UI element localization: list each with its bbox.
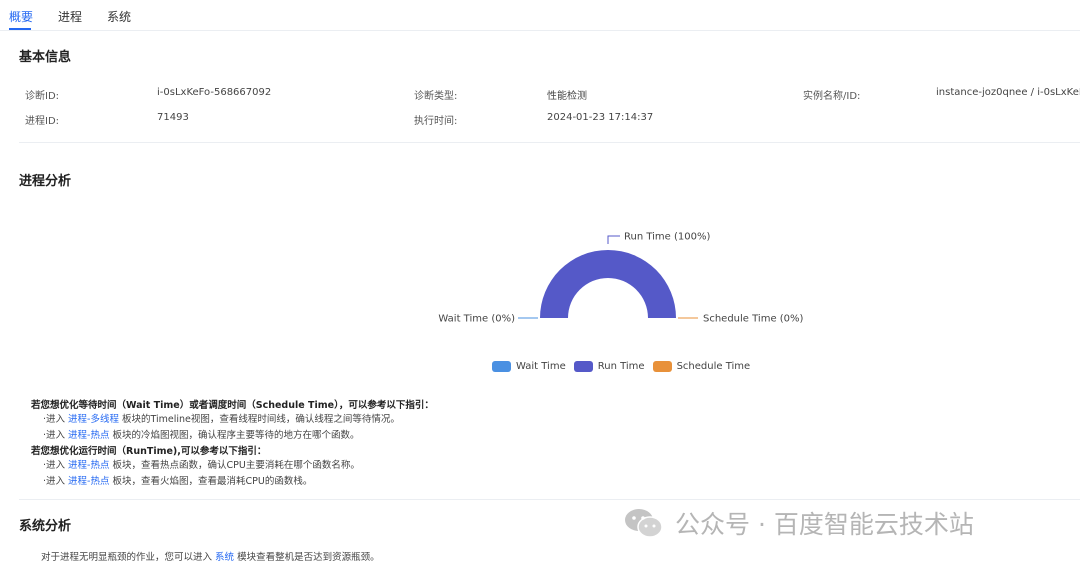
- process-id-value: 71493: [157, 112, 189, 123]
- active-tab-indicator: [9, 28, 31, 30]
- link-system[interactable]: 系统: [215, 552, 234, 563]
- system-analysis-text: 对于进程无明显瓶颈的作业，您可以进入 系统 模块查看整机是否达到资源瓶颈。: [41, 549, 380, 563]
- system-analysis-title: 系统分析: [19, 519, 72, 534]
- legend-item-wait-time[interactable]: Wait Time: [492, 361, 566, 372]
- sys-text-suffix: 模块查看整机是否达到资源瓶颈。: [234, 552, 380, 563]
- tab-system[interactable]: 系统: [107, 8, 131, 25]
- wechat-icon: [625, 509, 663, 538]
- slice-label: Schedule Time (0%): [703, 314, 804, 325]
- diagnosis-id-value: i-0sLxKeFo-568667092: [157, 87, 272, 98]
- tab-process[interactable]: 进程: [58, 8, 82, 25]
- diagnosis-type-value: 性能检测: [547, 91, 587, 102]
- exec-time-value: 2024-01-23 17:14:37: [547, 112, 654, 123]
- run-guide-line-1: ·进入 进程-热点 板块，查看热点函数，确认CPU主要消耗在哪个函数名称。: [43, 457, 360, 471]
- legend-swatch-run: [573, 361, 593, 372]
- process-analysis-title: 进程分析: [19, 174, 72, 189]
- run-guide-heading: 若您想优化运行时间（RunTime),可以参考以下指引：: [31, 446, 267, 457]
- slice-label: Run Time (100%): [624, 232, 710, 243]
- guide-prefix: ·进入: [43, 414, 69, 425]
- run-guide-line-2: ·进入 进程-热点 板块，查看火焰图，查看最消耗CPU的函数栈。: [43, 473, 312, 487]
- instance-name-value: instance-joz0qnee / i-0sLxKeFo: [936, 87, 1080, 98]
- exec-time-label: 执行时间:: [414, 116, 458, 127]
- watermark-text: 公众号 · 百度智能云技术站: [675, 510, 974, 539]
- guide-suffix: 板块，查看火焰图，查看最消耗CPU的函数栈。: [109, 476, 313, 487]
- process-id-label: 进程ID:: [25, 116, 60, 127]
- process-time-donut-chart: Wait Time (0%) Run Time (100%) Schedule Ti…: [438, 232, 804, 325]
- divider: [19, 499, 1080, 500]
- top-tab-bar: 概要 进程 系统: [0, 0, 1080, 31]
- basic-info-title: 基本信息: [19, 50, 72, 65]
- link-process-hotspot[interactable]: 进程-热点: [68, 476, 109, 487]
- legend-label-run: Run Time: [597, 361, 645, 372]
- divider: [19, 142, 1080, 143]
- sys-text-prefix: 对于进程无明显瓶颈的作业，您可以进入: [41, 552, 216, 563]
- wait-guide-heading: 若您想优化等待时间（Wait Time）或者调度时间（Schedule Time…: [31, 400, 434, 411]
- instance-name-label: 实例名称/ID:: [803, 91, 861, 102]
- guide-suffix: 板块的Timeline视图，查看线程时间线，确认线程之间等待情况。: [118, 414, 400, 425]
- legend-label-wait: Wait Time: [516, 361, 566, 372]
- chart-legend: Wait Time Run Time Schedule Time: [492, 361, 758, 372]
- slice-label: Wait Time (0%): [438, 314, 515, 325]
- guide-prefix: ·进入: [43, 476, 69, 487]
- link-process-hotspot[interactable]: 进程-热点: [68, 460, 109, 471]
- legend-swatch-wait: [492, 361, 511, 372]
- guide-prefix: ·进入: [43, 460, 69, 471]
- guide-suffix: 板块，查看热点函数，确认CPU主要消耗在哪个函数名称。: [109, 460, 360, 471]
- guide-prefix: ·进入: [43, 430, 69, 441]
- watermark: 公众号 · 百度智能云技术站: [623, 505, 974, 541]
- label-leader-line: [607, 235, 620, 244]
- legend-item-schedule-time[interactable]: Schedule Time: [652, 361, 751, 372]
- tab-overview[interactable]: 概要: [9, 8, 33, 25]
- legend-swatch-schedule: [652, 361, 672, 372]
- legend-label-schedule: Schedule Time: [676, 361, 751, 372]
- diagnosis-type-label: 诊断类型:: [414, 91, 458, 102]
- guide-suffix: 板块的冷焰图视图，确认程序主要等待的地方在哪个函数。: [109, 430, 360, 441]
- wait-guide-line-1: ·进入 进程-多线程 板块的Timeline视图，查看线程时间线，确认线程之间等…: [43, 411, 400, 425]
- link-process-hotspot[interactable]: 进程-热点: [68, 430, 109, 441]
- link-process-multithread[interactable]: 进程-多线程: [68, 414, 119, 425]
- diagnosis-id-label: 诊断ID:: [25, 91, 60, 102]
- wait-guide-line-2: ·进入 进程-热点 板块的冷焰图视图，确认程序主要等待的地方在哪个函数。: [43, 427, 360, 441]
- donut-slice-run-time[interactable]: [540, 250, 676, 318]
- legend-item-run-time[interactable]: Run Time: [573, 361, 645, 372]
